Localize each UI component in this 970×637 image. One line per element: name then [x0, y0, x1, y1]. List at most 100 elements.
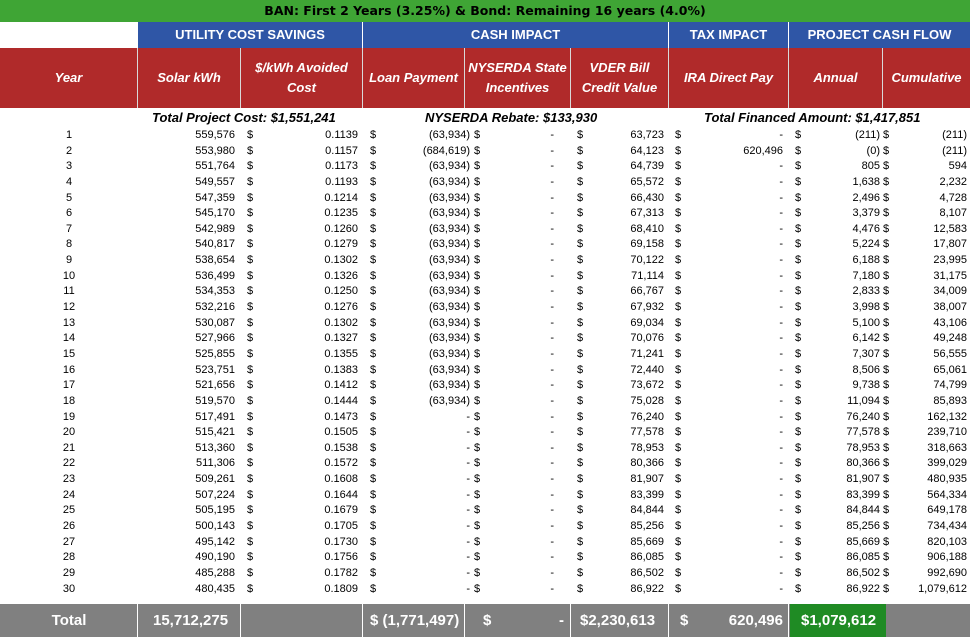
cell-ira-symbol: $: [675, 394, 682, 407]
cell-vder-credit: 67,313: [630, 207, 664, 220]
cell-solar-kwh: 545,170: [195, 207, 235, 220]
cell-annual-symbol: $: [795, 363, 802, 376]
cell-annual: 6,188: [852, 254, 880, 267]
cell-rate-symbol: $: [247, 520, 254, 533]
cell-cumulative-symbol: $: [883, 426, 890, 439]
cell-vder-symbol: $: [577, 582, 584, 595]
cell-loan-symbol: $: [370, 175, 377, 188]
cell-nyserda-symbol: $: [474, 582, 481, 595]
cell-annual-symbol: $: [795, 379, 802, 392]
cell-vder-credit: 81,907: [630, 473, 664, 486]
cell-loan-symbol: $: [370, 410, 377, 423]
cell-cumulative-symbol: $: [883, 269, 890, 282]
cell-vder-credit: 71,114: [631, 269, 664, 282]
cell-vder-symbol: $: [577, 160, 584, 173]
cell-avoided-cost: 0.1302: [324, 254, 358, 267]
header-year: Year: [0, 48, 138, 108]
cell-avoided-cost: 0.1383: [324, 363, 358, 376]
cell-year: 22: [62, 457, 76, 470]
cell-ira-direct-pay: -: [779, 394, 783, 407]
table-row: 27 495,142 $0.1730 $ - $ - $85,669 $ - $85,669 $820…: [0, 535, 970, 551]
cell-annual: 4,476: [852, 222, 880, 235]
cell-avoided-cost: 0.1538: [324, 441, 358, 454]
cell-annual: 81,907: [846, 473, 880, 486]
cell-ira-direct-pay: -: [779, 504, 783, 517]
cell-rate-symbol: $: [247, 394, 254, 407]
cell-vder-symbol: $: [577, 457, 584, 470]
cell-nyserda-incentive: -: [550, 457, 554, 470]
table-row: 2 553,980 $0.1157 $ (684,619) $ - $64,123 $620,4…: [0, 144, 970, 160]
table-row: 11 534,353 $0.1250 $ (63,934) $ - $66,767 $ - $2,8…: [0, 284, 970, 300]
cell-nyserda-symbol: $: [474, 457, 481, 470]
table-row: 17 521,656 $0.1412 $ (63,934) $ - $73,672 $ - $9,7…: [0, 378, 970, 394]
total-project-cost: Total Project Cost: $1,551,241: [152, 110, 336, 125]
cell-rate-symbol: $: [247, 473, 254, 486]
cell-year: 15: [62, 347, 76, 360]
cell-loan-payment: -: [466, 441, 470, 454]
cell-year: 21: [62, 441, 76, 454]
cell-nyserda-incentive: -: [550, 363, 554, 376]
cell-rate-symbol: $: [247, 535, 254, 548]
cell-loan-payment: (63,934): [429, 394, 470, 407]
totals-annual: $1,079,612: [801, 612, 877, 629]
table-row: 13 530,087 $0.1302 $ (63,934) $ - $69,034 $ - $5,1…: [0, 316, 970, 332]
total-financed-amount: Total Financed Amount: $1,417,851: [704, 110, 921, 125]
cell-vder-symbol: $: [577, 191, 584, 204]
cell-loan-symbol: $: [370, 160, 377, 173]
cell-vder-credit: 85,256: [630, 520, 664, 533]
cell-ira-direct-pay: -: [779, 129, 783, 141]
totals-nyserda: -: [559, 612, 564, 629]
cell-ira-symbol: $: [675, 301, 682, 314]
cell-nyserda-symbol: $: [474, 441, 481, 454]
cell-loan-symbol: $: [370, 222, 377, 235]
cell-ira-direct-pay: -: [779, 285, 783, 298]
cell-solar-kwh: 532,216: [195, 301, 235, 314]
cell-loan-symbol: $: [370, 582, 377, 595]
cell-year: 14: [62, 332, 76, 345]
cell-ira-direct-pay: -: [779, 160, 783, 173]
cell-loan-payment: -: [466, 566, 470, 579]
cell-year: 26: [62, 520, 76, 533]
cell-annual: 2,833: [852, 285, 880, 298]
cell-avoided-cost: 0.1326: [324, 269, 358, 282]
cell-rate-symbol: $: [247, 238, 254, 251]
cell-nyserda-symbol: $: [474, 316, 481, 329]
cell-solar-kwh: 485,288: [195, 566, 235, 579]
cell-nyserda-symbol: $: [474, 175, 481, 188]
cell-ira-symbol: $: [675, 473, 682, 486]
cell-avoided-cost: 0.1679: [324, 504, 358, 517]
cell-year: 27: [62, 535, 76, 548]
cell-nyserda-symbol: $: [474, 473, 481, 486]
cell-cumulative-symbol: $: [883, 175, 890, 188]
cell-annual-symbol: $: [795, 129, 802, 141]
cell-vder-symbol: $: [577, 316, 584, 329]
cell-annual-symbol: $: [795, 207, 802, 220]
cell-ira-symbol: $: [675, 535, 682, 548]
cell-nyserda-symbol: $: [474, 269, 481, 282]
cell-loan-payment: (63,934): [429, 254, 470, 267]
cell-cumulative: 74,799: [933, 379, 967, 392]
cell-cumulative: 56,555: [933, 347, 967, 360]
cell-solar-kwh: 542,989: [195, 222, 235, 235]
cell-annual-symbol: $: [795, 457, 802, 470]
cell-solar-kwh: 553,980: [195, 144, 235, 157]
cell-loan-payment: (63,934): [429, 363, 470, 376]
cell-annual-symbol: $: [795, 551, 802, 564]
cell-annual: 7,180: [852, 269, 880, 282]
cell-cumulative-symbol: $: [883, 207, 890, 220]
totals-row: Total 15,712,275 $ (1,771,497) $ - $2,23…: [0, 604, 970, 637]
cell-nyserda-symbol: $: [474, 410, 481, 423]
cell-ira-direct-pay: 620,496: [743, 144, 783, 157]
cell-cumulative: 734,434: [927, 520, 967, 533]
cell-nyserda-symbol: $: [474, 520, 481, 533]
cell-year: 8: [65, 238, 73, 251]
cell-vder-symbol: $: [577, 551, 584, 564]
cell-cumulative: 12,583: [933, 222, 967, 235]
cell-loan-symbol: $: [370, 488, 377, 501]
cell-loan-payment: (63,934): [429, 129, 470, 141]
cell-ira-direct-pay: -: [779, 551, 783, 564]
cell-rate-symbol: $: [247, 332, 254, 345]
cell-loan-symbol: $: [370, 347, 377, 360]
cell-rate-symbol: $: [247, 441, 254, 454]
cell-avoided-cost: 0.1355: [324, 347, 358, 360]
